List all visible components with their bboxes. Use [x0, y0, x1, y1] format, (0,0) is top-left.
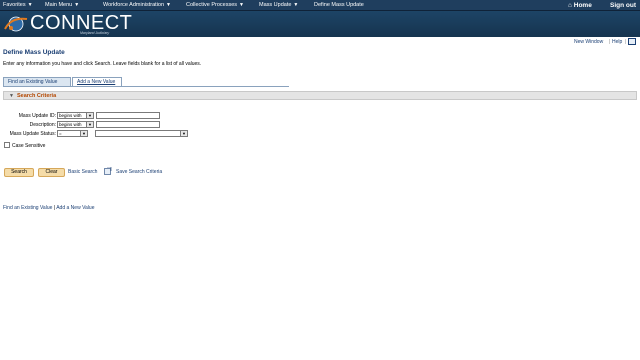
tab-find-label: Find an Existing Value — [8, 79, 58, 85]
bottom-links: Find an Existing Value | Add a New Value — [3, 205, 94, 211]
home-label: Home — [573, 2, 592, 9]
basic-search-link[interactable]: Basic Search — [68, 169, 97, 175]
operator-value: begins with — [59, 122, 82, 127]
save-search-icon[interactable] — [104, 167, 112, 175]
tab-add-label: Add a New Value — [77, 79, 116, 85]
case-sensitive-label: Case Sensitive — [12, 143, 46, 149]
page-title: Define Mass Update — [3, 49, 65, 56]
nav-collective-processes[interactable]: Collective Processes ▼ — [186, 2, 244, 8]
logo-subtitle: Maryland Judiciary — [80, 31, 110, 35]
chevron-down-icon: ▼ — [239, 2, 244, 8]
customize-page-icon[interactable] — [628, 38, 636, 45]
mass-update-status-label: Mass Update Status: — [9, 131, 56, 137]
clear-button[interactable]: Clear — [38, 168, 65, 177]
mass-update-id-input[interactable] — [96, 112, 160, 119]
operator-value: = — [59, 131, 62, 136]
nav-mass-update-label: Mass Update — [259, 2, 292, 8]
collapse-triangle-icon: ▼ — [9, 93, 14, 99]
nav-define-label: Define Mass Update — [314, 2, 364, 8]
connect-logo-icon — [4, 16, 28, 32]
util-separator: | — [609, 39, 611, 45]
save-search-criteria-link[interactable]: Save Search Criteria — [116, 169, 162, 175]
tab-add-new-value[interactable]: Add a New Value — [72, 77, 122, 86]
home-link[interactable]: ⌂ Home — [568, 2, 592, 9]
dropdown-arrow-icon: ▼ — [86, 122, 93, 127]
search-button[interactable]: Search — [4, 168, 34, 177]
nav-main-menu[interactable]: Main Menu ▼ — [45, 2, 79, 8]
top-nav-bar: Favorites ▼ Main Menu ▼ Workforce Administ… — [0, 0, 640, 11]
status-operator-select[interactable]: = ▼ — [57, 130, 88, 137]
description-operator-select[interactable]: begins with ▼ — [57, 121, 94, 128]
search-criteria-header[interactable]: ▼ Search Criteria — [3, 91, 637, 100]
chevron-down-icon: ▼ — [166, 2, 171, 8]
help-link[interactable]: Help — [612, 39, 622, 45]
sign-out-link[interactable]: Sign out — [610, 2, 636, 9]
mass-update-id-label: Mass Update ID: — [18, 113, 56, 119]
nav-define-mass-update[interactable]: Define Mass Update — [314, 2, 364, 8]
nav-favorites[interactable]: Favorites ▼ — [3, 2, 33, 8]
operator-value: begins with — [59, 113, 82, 118]
dropdown-arrow-icon: ▼ — [80, 131, 87, 136]
tab-underline — [3, 86, 289, 87]
find-existing-value-link[interactable]: Find an Existing Value — [3, 205, 52, 211]
description-label: Description: — [29, 122, 56, 128]
tab-find-existing-value[interactable]: Find an Existing Value — [3, 77, 71, 86]
chevron-down-icon: ▼ — [74, 2, 80, 8]
description-input[interactable] — [96, 121, 160, 128]
chevron-down-icon: ▼ — [293, 2, 299, 8]
util-separator: | — [625, 39, 627, 45]
mass-update-id-operator-select[interactable]: begins with ▼ — [57, 112, 94, 119]
search-criteria-label: Search Criteria — [17, 93, 57, 99]
nav-favorites-label: Favorites — [3, 2, 26, 8]
home-icon: ⌂ — [568, 2, 572, 9]
new-window-link[interactable]: New Window — [574, 39, 603, 45]
page-instructions: Enter any information you have and click… — [3, 61, 202, 67]
nav-main-menu-label: Main Menu — [45, 2, 73, 8]
nav-workforce-administration[interactable]: Workforce Administration ▼ — [103, 2, 171, 8]
status-value-select[interactable]: ▼ — [95, 130, 188, 137]
chevron-down-icon: ▼ — [27, 2, 33, 8]
case-sensitive-checkbox[interactable] — [4, 142, 10, 148]
dropdown-arrow-icon: ▼ — [86, 113, 93, 118]
nav-workforce-label: Workforce Administration — [103, 2, 165, 8]
nav-mass-update[interactable]: Mass Update ▼ — [259, 2, 298, 8]
bottom-link-separator: | — [53, 205, 56, 211]
nav-collective-label: Collective Processes — [186, 2, 238, 8]
dropdown-arrow-icon: ▼ — [180, 131, 187, 136]
add-new-value-link[interactable]: Add a New Value — [56, 205, 94, 211]
